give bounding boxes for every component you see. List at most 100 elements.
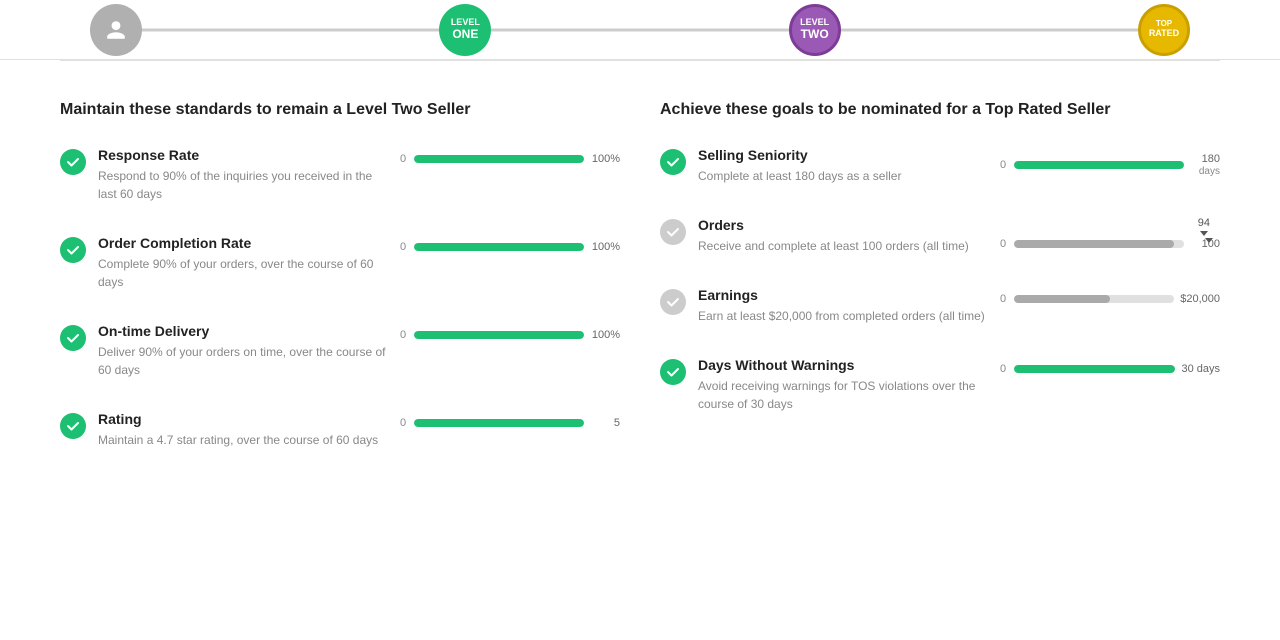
metric-ontime-delivery: On-time Delivery Deliver 90% of your ord… (60, 323, 620, 379)
step-circle-two: LEVEL TWO (789, 4, 841, 56)
earnings-bar-wrapper (1014, 295, 1174, 303)
response-rate-bar-area: 0 100% (400, 153, 620, 165)
orders-icon (660, 219, 686, 245)
step-label-one-line2: ONE (452, 28, 478, 41)
step-node-two: LEVEL TWO (789, 4, 841, 56)
metric-rating: Rating Maintain a 4.7 star rating, over … (60, 411, 620, 449)
progress-line (90, 28, 1190, 31)
progress-line-fill (90, 28, 750, 31)
days-warnings-bar-area: 0 30 days (1000, 363, 1220, 375)
metric-earnings: Earnings Earn at least $20,000 from comp… (660, 287, 1220, 325)
main-content: Maintain these standards to remain a Lev… (0, 61, 1280, 521)
order-completion-bar-end: 100% (590, 241, 620, 253)
step-node-one: LEVEL ONE (439, 4, 491, 56)
step-circle-rated: TOP RATED (1138, 4, 1190, 56)
rating-bar-fill (414, 419, 584, 427)
rating-info: Rating Maintain a 4.7 star rating, over … (98, 411, 388, 449)
progress-bar-container: LEVEL ONE LEVEL TWO TOP RATED (0, 0, 1280, 60)
ontime-delivery-info: On-time Delivery Deliver 90% of your ord… (98, 323, 388, 379)
step-label-two-line2: TWO (801, 28, 829, 41)
response-rate-icon (60, 149, 86, 175)
ontime-delivery-bar-wrapper (414, 331, 584, 339)
ontime-delivery-bar-end: 100% (590, 329, 620, 341)
orders-name: Orders (698, 217, 988, 233)
days-warnings-bar-fill (1014, 365, 1175, 373)
step-node-rated: TOP RATED (1138, 4, 1190, 56)
orders-bar-fill (1014, 240, 1174, 248)
right-column-title: Achieve these goals to be nominated for … (660, 101, 1220, 119)
orders-tooltip-row: 94 (1198, 217, 1220, 236)
progress-track: LEVEL ONE LEVEL TWO TOP RATED (90, 4, 1190, 56)
selling-seniority-bar-wrapper (1014, 161, 1184, 169)
right-column: Achieve these goals to be nominated for … (660, 81, 1220, 481)
rating-bar-start: 0 (400, 417, 408, 429)
earnings-bar-fill (1014, 295, 1110, 303)
ontime-delivery-bar-start: 0 (400, 329, 408, 341)
selling-seniority-bar-end: 180days (1190, 153, 1220, 177)
left-column-title: Maintain these standards to remain a Lev… (60, 101, 620, 119)
response-rate-desc: Respond to 90% of the inquiries you rece… (98, 167, 388, 203)
rating-desc: Maintain a 4.7 star rating, over the cou… (98, 431, 388, 449)
earnings-bar-area: 0 $20,000 (1000, 293, 1220, 305)
rating-icon (60, 413, 86, 439)
rating-bar-end: 5 (590, 417, 620, 429)
earnings-bar-end: $20,000 (1180, 293, 1220, 305)
days-warnings-bar-wrapper (1014, 365, 1175, 373)
response-rate-bar-start: 0 (400, 153, 408, 165)
response-rate-bar-end: 100% (590, 153, 620, 165)
orders-bar-wrapper (1014, 240, 1184, 248)
response-rate-bar-wrapper (414, 155, 584, 163)
step-node-icon (90, 4, 142, 56)
selling-seniority-bar-start: 0 (1000, 159, 1008, 171)
left-column: Maintain these standards to remain a Lev… (60, 81, 620, 481)
ontime-delivery-desc: Deliver 90% of your orders on time, over… (98, 343, 388, 379)
order-completion-bar-wrapper (414, 243, 584, 251)
metric-orders: Orders Receive and complete at least 100… (660, 217, 1220, 255)
earnings-desc: Earn at least $20,000 from completed ord… (698, 307, 988, 325)
step-label-rated-line2: RATED (1149, 29, 1179, 39)
earnings-bar-start: 0 (1000, 293, 1008, 305)
order-completion-info: Order Completion Rate Complete 90% of yo… (98, 235, 388, 291)
days-warnings-icon (660, 359, 686, 385)
response-rate-bar-fill (414, 155, 584, 163)
ontime-delivery-bar-area: 0 100% (400, 329, 620, 341)
order-completion-bar-fill (414, 243, 584, 251)
orders-bar-row: 0 100 (1000, 238, 1220, 250)
rating-bar-area: 0 5 (400, 417, 620, 429)
order-completion-bar-start: 0 (400, 241, 408, 253)
metric-selling-seniority: Selling Seniority Complete at least 180 … (660, 147, 1220, 185)
days-warnings-desc: Avoid receiving warnings for TOS violati… (698, 377, 988, 413)
order-completion-desc: Complete 90% of your orders, over the co… (98, 255, 388, 291)
selling-seniority-info: Selling Seniority Complete at least 180 … (698, 147, 988, 185)
response-rate-name: Response Rate (98, 147, 388, 163)
ontime-delivery-icon (60, 325, 86, 351)
orders-bar-start: 0 (1000, 238, 1008, 250)
response-rate-info: Response Rate Respond to 90% of the inqu… (98, 147, 388, 203)
rating-name: Rating (98, 411, 388, 427)
orders-info: Orders Receive and complete at least 100… (698, 217, 988, 255)
earnings-info: Earnings Earn at least $20,000 from comp… (698, 287, 988, 325)
days-warnings-name: Days Without Warnings (698, 357, 988, 373)
metric-days-warnings: Days Without Warnings Avoid receiving wa… (660, 357, 1220, 413)
selling-seniority-icon (660, 149, 686, 175)
ontime-delivery-bar-fill (414, 331, 584, 339)
selling-seniority-bar-fill (1014, 161, 1184, 169)
order-completion-bar-area: 0 100% (400, 241, 620, 253)
metric-response-rate: Response Rate Respond to 90% of the inqu… (60, 147, 620, 203)
metric-order-completion: Order Completion Rate Complete 90% of yo… (60, 235, 620, 291)
selling-seniority-desc: Complete at least 180 days as a seller (698, 167, 988, 185)
days-warnings-bar-start: 0 (1000, 363, 1008, 375)
selling-seniority-name: Selling Seniority (698, 147, 988, 163)
order-completion-icon (60, 237, 86, 263)
earnings-name: Earnings (698, 287, 988, 303)
step-circle-one: LEVEL ONE (439, 4, 491, 56)
days-warnings-info: Days Without Warnings Avoid receiving wa… (698, 357, 988, 413)
rating-bar-wrapper (414, 419, 584, 427)
ontime-delivery-name: On-time Delivery (98, 323, 388, 339)
orders-tooltip-value: 94 (1198, 217, 1220, 236)
step-circle-icon (90, 4, 142, 56)
orders-bar-section: 94 0 100 (1000, 217, 1220, 250)
order-completion-name: Order Completion Rate (98, 235, 388, 251)
selling-seniority-bar-area: 0 180days (1000, 153, 1220, 177)
earnings-icon (660, 289, 686, 315)
